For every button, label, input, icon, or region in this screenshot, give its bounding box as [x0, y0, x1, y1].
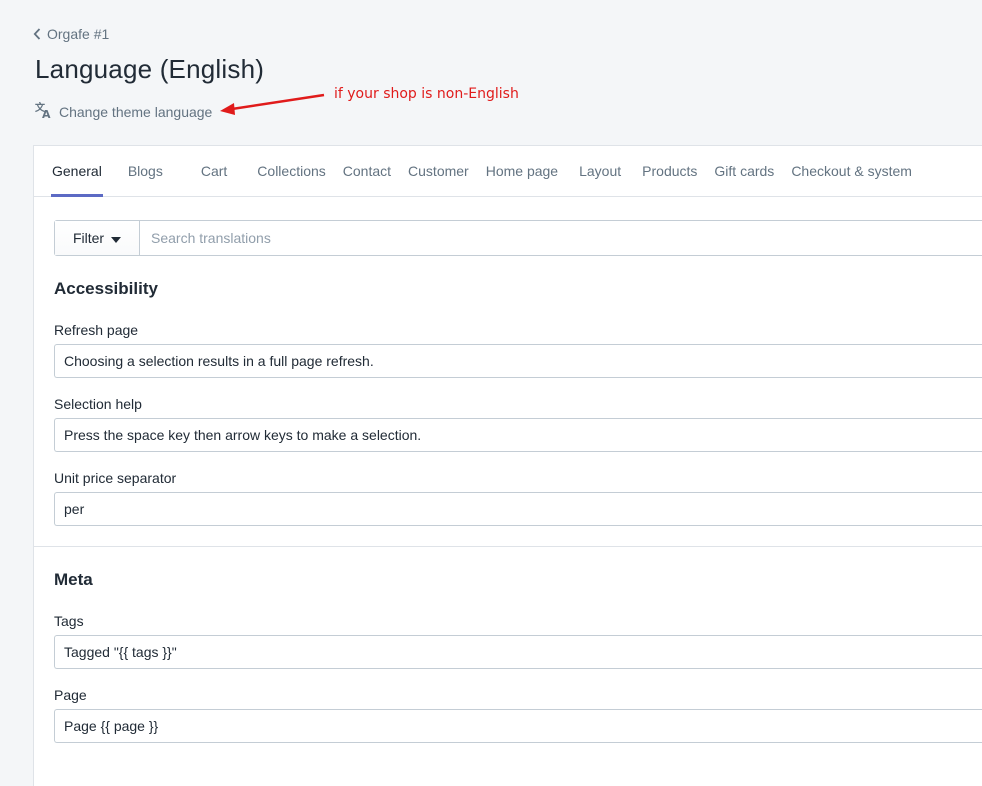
field-label-tags: Tags	[54, 613, 84, 629]
tab-customer[interactable]: Customer	[407, 146, 470, 196]
annotation-arrow-icon	[220, 93, 325, 115]
tab-layout[interactable]: Layout	[578, 146, 622, 196]
annotation-text: if your shop is non-English	[334, 86, 519, 102]
change-theme-language-link[interactable]: 文 A Change theme language	[35, 101, 212, 122]
filter-bar: Filter	[54, 220, 982, 256]
page-title: Language (English)	[35, 54, 265, 84]
tab-general[interactable]: General	[51, 146, 103, 197]
section-title-meta: Meta	[54, 570, 93, 589]
field-label-unit-price-separator: Unit price separator	[54, 470, 177, 486]
selection-help-input[interactable]	[54, 418, 982, 452]
tab-cart[interactable]: Cart	[200, 146, 228, 196]
tab-bar: General Blogs Cart Collections Contact C…	[34, 146, 982, 197]
tab-contact[interactable]: Contact	[342, 146, 392, 196]
search-translations-input[interactable]	[140, 221, 982, 255]
translate-icon: 文 A	[35, 101, 53, 122]
tab-blogs[interactable]: Blogs	[127, 146, 164, 196]
caret-down-icon	[111, 230, 122, 246]
breadcrumb-label: Orgafe #1	[47, 26, 110, 42]
section-title-accessibility: Accessibility	[54, 279, 158, 298]
tab-home-page[interactable]: Home page	[485, 146, 559, 196]
tab-gift-cards[interactable]: Gift cards	[713, 146, 775, 196]
field-label-page: Page	[54, 687, 87, 703]
section-divider	[34, 546, 982, 547]
filter-button[interactable]: Filter	[55, 221, 140, 255]
tab-checkout-system[interactable]: Checkout & system	[790, 146, 913, 196]
tab-collections[interactable]: Collections	[256, 146, 326, 196]
unit-price-separator-input[interactable]	[54, 492, 982, 526]
translations-card: General Blogs Cart Collections Contact C…	[33, 145, 982, 786]
tab-products[interactable]: Products	[641, 146, 698, 196]
change-theme-language-label: Change theme language	[59, 103, 213, 120]
refresh-page-input[interactable]	[54, 344, 982, 378]
svg-text:A: A	[42, 108, 51, 119]
field-label-refresh-page: Refresh page	[54, 322, 139, 338]
field-label-selection-help: Selection help	[54, 396, 142, 412]
chevron-left-icon	[33, 28, 41, 40]
breadcrumb[interactable]: Orgafe #1	[33, 26, 109, 42]
page-input[interactable]	[54, 709, 982, 743]
tags-input[interactable]	[54, 635, 982, 669]
